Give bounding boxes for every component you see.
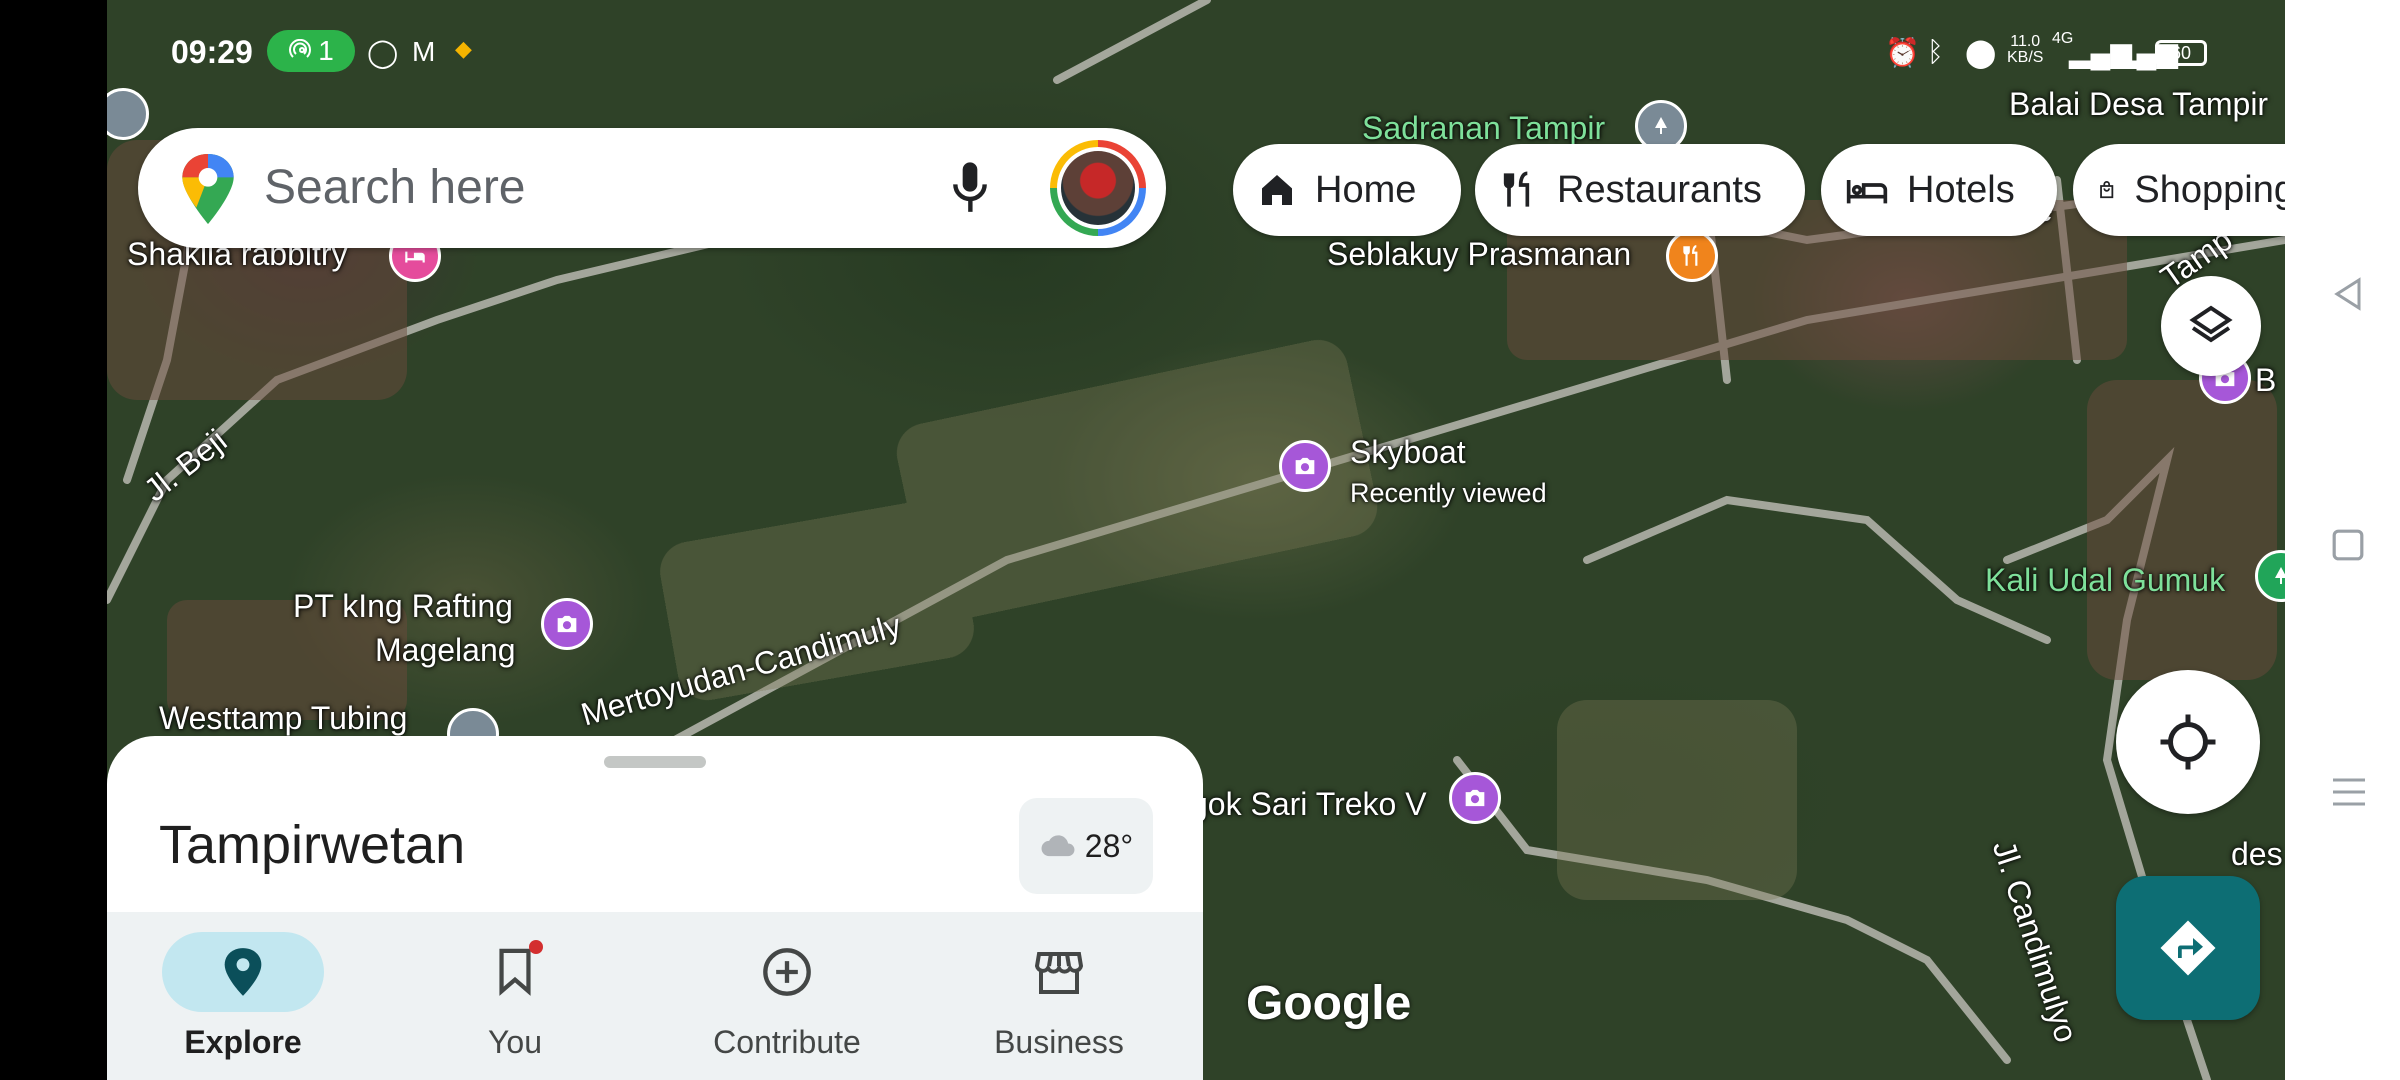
app-notification-icon: ◆ <box>455 36 472 61</box>
chip-label-hotels: Hotels <box>1907 168 2015 211</box>
net-speed: 11.0 KB/S <box>2007 33 2044 66</box>
nav-business[interactable]: Business <box>923 912 1195 1080</box>
chip-label-home: Home <box>1315 168 1417 211</box>
map-label-pt-king-1[interactable]: PT kIng Rafting <box>293 588 513 625</box>
nav-you[interactable]: You <box>379 912 651 1080</box>
hotspot-icon <box>289 39 312 58</box>
map-label-des: des <box>2231 836 2283 872</box>
whatsapp-icon: ◯ <box>367 37 399 68</box>
back-icon[interactable] <box>2331 276 2363 312</box>
chip-label-restaurants: Restaurants <box>1557 168 1762 211</box>
hotspot-count: 1 <box>318 35 334 66</box>
ngok-sari-camera-pin-icon[interactable] <box>1449 772 1501 824</box>
skyboat-camera-pin-icon[interactable] <box>1279 440 1331 492</box>
gmail-icon: M <box>412 36 436 67</box>
maps-logo-icon <box>182 154 234 224</box>
place-name: Tampirwetan <box>159 815 466 875</box>
nav-label-explore: Explore <box>184 1024 302 1060</box>
google-attribution: Google <box>1246 977 1412 1030</box>
map-label-skyboat[interactable]: Skyboat <box>1350 434 1466 471</box>
home-nav-icon[interactable] <box>2331 528 2365 562</box>
location-pin-icon <box>224 948 262 996</box>
alarm-icon: ⏰ <box>1885 37 1920 68</box>
map-label-ngok-sari[interactable]: gok Sari Treko V <box>1190 786 1427 823</box>
shopping-bag-icon <box>2100 181 2114 199</box>
status-time: 09:29 <box>171 34 253 70</box>
directions-icon <box>2160 920 2216 976</box>
fork-knife-icon <box>1503 171 1530 207</box>
avatar[interactable] <box>1050 140 1146 236</box>
add-circle-icon <box>763 948 811 996</box>
bottom-sheet[interactable]: Tampirwetan 28° Explore You Contribute B… <box>107 736 1203 1080</box>
left-black-bar <box>0 0 107 1080</box>
map-label-pt-king-2[interactable]: Magelang <box>375 632 516 669</box>
mic-icon[interactable] <box>948 158 992 218</box>
battery-icon: 60 <box>2155 40 2207 66</box>
crosshair-icon <box>2160 714 2216 770</box>
profile-picture <box>1061 151 1135 225</box>
map-label-sadranan[interactable]: Sadranan Tampir <box>1362 110 1605 147</box>
home-icon <box>1262 175 1292 205</box>
layers-button[interactable] <box>2161 276 2261 376</box>
restaurant-pin-icon[interactable] <box>1666 230 1718 282</box>
system-nav-bar <box>2285 0 2400 1080</box>
temperature: 28° <box>1084 827 1134 864</box>
hotspot-badge: 1 <box>267 30 355 72</box>
map-label-b: B <box>2255 362 2277 398</box>
chip-home[interactable]: Home <box>1233 144 1461 236</box>
storefront-icon <box>1034 952 1084 994</box>
nav-explore[interactable]: Explore <box>107 912 379 1080</box>
map-label-skyboat-sub: Recently viewed <box>1350 478 1547 508</box>
cloud-icon <box>1041 835 1075 857</box>
nav-label-you: You <box>488 1024 542 1060</box>
status-bar: 09:29 1 ◯ M ◆ ⏰ ᛒ ⬤ 11.0 KB/S 4G ▂▄▆ ▂▄▆… <box>107 0 2285 110</box>
rafting-camera-pin-icon[interactable] <box>541 598 593 650</box>
bed-icon <box>1846 180 1888 204</box>
nav-label-business: Business <box>994 1024 1124 1060</box>
map-label-westtamp[interactable]: Westtamp Tubing <box>159 700 407 737</box>
weather-chip[interactable]: 28° <box>1019 798 1153 894</box>
bottom-nav: Explore You Contribute Business <box>107 912 1203 1080</box>
location-icon: ⬤ <box>1965 37 1997 68</box>
notification-dot <box>529 940 543 954</box>
nav-contribute[interactable]: Contribute <box>651 912 923 1080</box>
recents-icon[interactable] <box>2331 774 2367 810</box>
map-label-kali-udal[interactable]: Kali Udal Gumuk <box>1985 562 2225 599</box>
sheet-drag-handle[interactable] <box>604 756 706 768</box>
chip-label-shopping: Shopping <box>2134 168 2295 211</box>
bookmark-icon <box>499 948 531 996</box>
directions-button[interactable] <box>2116 876 2260 1020</box>
chip-hotels[interactable]: Hotels <box>1821 144 2057 236</box>
my-location-button[interactable] <box>2116 670 2260 814</box>
bluetooth-icon: ᛒ <box>1927 36 1944 67</box>
search-bar[interactable]: Search here <box>138 128 1166 248</box>
map-label-seblakuy[interactable]: Seblakuy Prasmanan <box>1327 236 1631 273</box>
search-input[interactable]: Search here <box>264 160 526 215</box>
layers-icon <box>2189 305 2233 343</box>
nav-label-contribute: Contribute <box>713 1024 861 1060</box>
chip-restaurants[interactable]: Restaurants <box>1475 144 1805 236</box>
